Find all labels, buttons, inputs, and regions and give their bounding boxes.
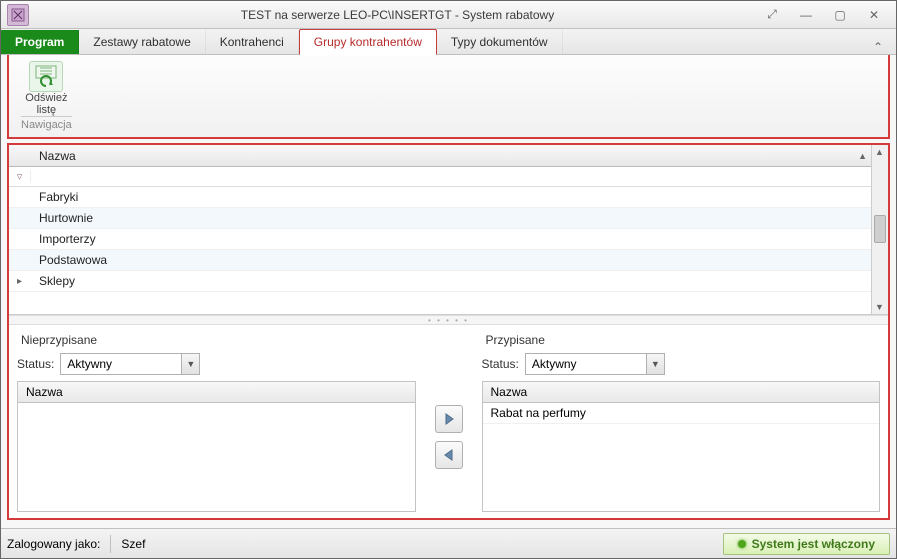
system-status-text: System jest włączony <box>752 537 875 551</box>
table-row[interactable]: Sklepy <box>9 271 871 292</box>
collapse-ribbon-icon[interactable]: ⌃ <box>868 40 888 54</box>
table-row[interactable]: Importerzy <box>9 229 871 250</box>
filter-icon[interactable]: ▿ <box>9 170 31 183</box>
list-item[interactable]: Rabat na perfumy <box>483 403 880 424</box>
grid-body: Fabryki Hurtownie Importerzy Podstawowa … <box>9 187 871 314</box>
unassigned-title: Nieprzypisane <box>17 331 416 349</box>
assign-right-button[interactable] <box>435 405 463 433</box>
status-label-right: Status: <box>482 357 519 371</box>
status-value-right: Aktywny <box>526 357 646 371</box>
refresh-button[interactable]: Odśwież listę <box>25 92 67 116</box>
system-status-badge[interactable]: System jest włączony <box>723 533 890 555</box>
assigned-list-header[interactable]: Nazwa <box>482 381 881 403</box>
unassigned-list-header[interactable]: Nazwa <box>17 381 416 403</box>
logged-in-user: Szef <box>121 537 145 551</box>
table-row[interactable]: Fabryki <box>9 187 871 208</box>
chevron-down-icon[interactable]: ▼ <box>181 354 199 374</box>
tab-kontrahenci[interactable]: Kontrahenci <box>206 30 299 54</box>
assigned-panel: Przypisane Status: Aktywny ▼ Nazwa Rabat… <box>474 325 889 518</box>
tab-strip: Program Zestawy rabatowe Kontrahenci Gru… <box>1 29 896 55</box>
logged-in-label: Zalogowany jako: <box>7 537 100 551</box>
tab-program[interactable]: Program <box>1 30 79 54</box>
horizontal-splitter[interactable]: • • • • • <box>9 315 888 325</box>
table-row[interactable]: Hurtownie <box>9 208 871 229</box>
ribbon-group-navigation: Odśwież listę Nawigacja <box>13 59 80 133</box>
assigned-list[interactable]: Rabat na perfumy <box>482 403 881 512</box>
grid-area: Nazwa ▲ ▿ Fabryki Hurtownie Importerzy P… <box>9 145 888 315</box>
grid-column-header-label: Nazwa <box>39 149 76 163</box>
maximize-button[interactable]: ▢ <box>828 6 852 24</box>
title-bar: TEST na serwerze LEO-PC\INSERTGT - Syste… <box>1 1 896 29</box>
refresh-icon[interactable] <box>29 61 63 92</box>
assign-buttons <box>424 325 474 518</box>
tab-typy-dokumentow[interactable]: Typy dokumentów <box>437 30 563 54</box>
groups-grid[interactable]: Nazwa ▲ ▿ Fabryki Hurtownie Importerzy P… <box>9 145 871 314</box>
assign-left-button[interactable] <box>435 441 463 469</box>
main-content: Nazwa ▲ ▿ Fabryki Hurtownie Importerzy P… <box>7 143 890 520</box>
ribbon-group-label: Nawigacja <box>21 116 72 131</box>
grid-column-header[interactable]: Nazwa ▲ <box>9 145 871 167</box>
status-dot-icon <box>738 540 746 548</box>
table-row[interactable]: Podstawowa <box>9 250 871 271</box>
chevron-down-icon[interactable]: ▼ <box>646 354 664 374</box>
minimize-button[interactable]: — <box>794 6 818 24</box>
close-button[interactable]: ✕ <box>862 6 886 24</box>
app-icon <box>7 4 29 26</box>
ribbon-toggle-icon[interactable]: ⤢ <box>760 6 784 24</box>
grid-filter-row[interactable]: ▿ <box>9 167 871 187</box>
sort-asc-icon[interactable]: ▲ <box>858 151 867 161</box>
status-combo-left[interactable]: Aktywny ▼ <box>60 353 200 375</box>
status-separator <box>110 535 111 553</box>
status-label-left: Status: <box>17 357 54 371</box>
status-value-left: Aktywny <box>61 357 181 371</box>
window-title: TEST na serwerze LEO-PC\INSERTGT - Syste… <box>35 8 760 22</box>
vertical-scrollbar[interactable] <box>871 145 888 314</box>
status-bar: Zalogowany jako: Szef System jest włączo… <box>1 528 896 558</box>
scrollbar-thumb[interactable] <box>874 215 886 243</box>
unassigned-panel: Nieprzypisane Status: Aktywny ▼ Nazwa <box>9 325 424 518</box>
tab-zestawy-rabatowe[interactable]: Zestawy rabatowe <box>79 30 205 54</box>
assignment-panels: Nieprzypisane Status: Aktywny ▼ Nazwa <box>9 325 888 518</box>
ribbon: Odśwież listę Nawigacja <box>7 55 890 139</box>
refresh-label-2: listę <box>37 104 57 116</box>
status-combo-right[interactable]: Aktywny ▼ <box>525 353 665 375</box>
refresh-label-1: Odśwież <box>25 92 67 104</box>
tab-grupy-kontrahentow[interactable]: Grupy kontrahentów <box>299 29 437 55</box>
assigned-title: Przypisane <box>482 331 881 349</box>
unassigned-list[interactable] <box>17 403 416 512</box>
